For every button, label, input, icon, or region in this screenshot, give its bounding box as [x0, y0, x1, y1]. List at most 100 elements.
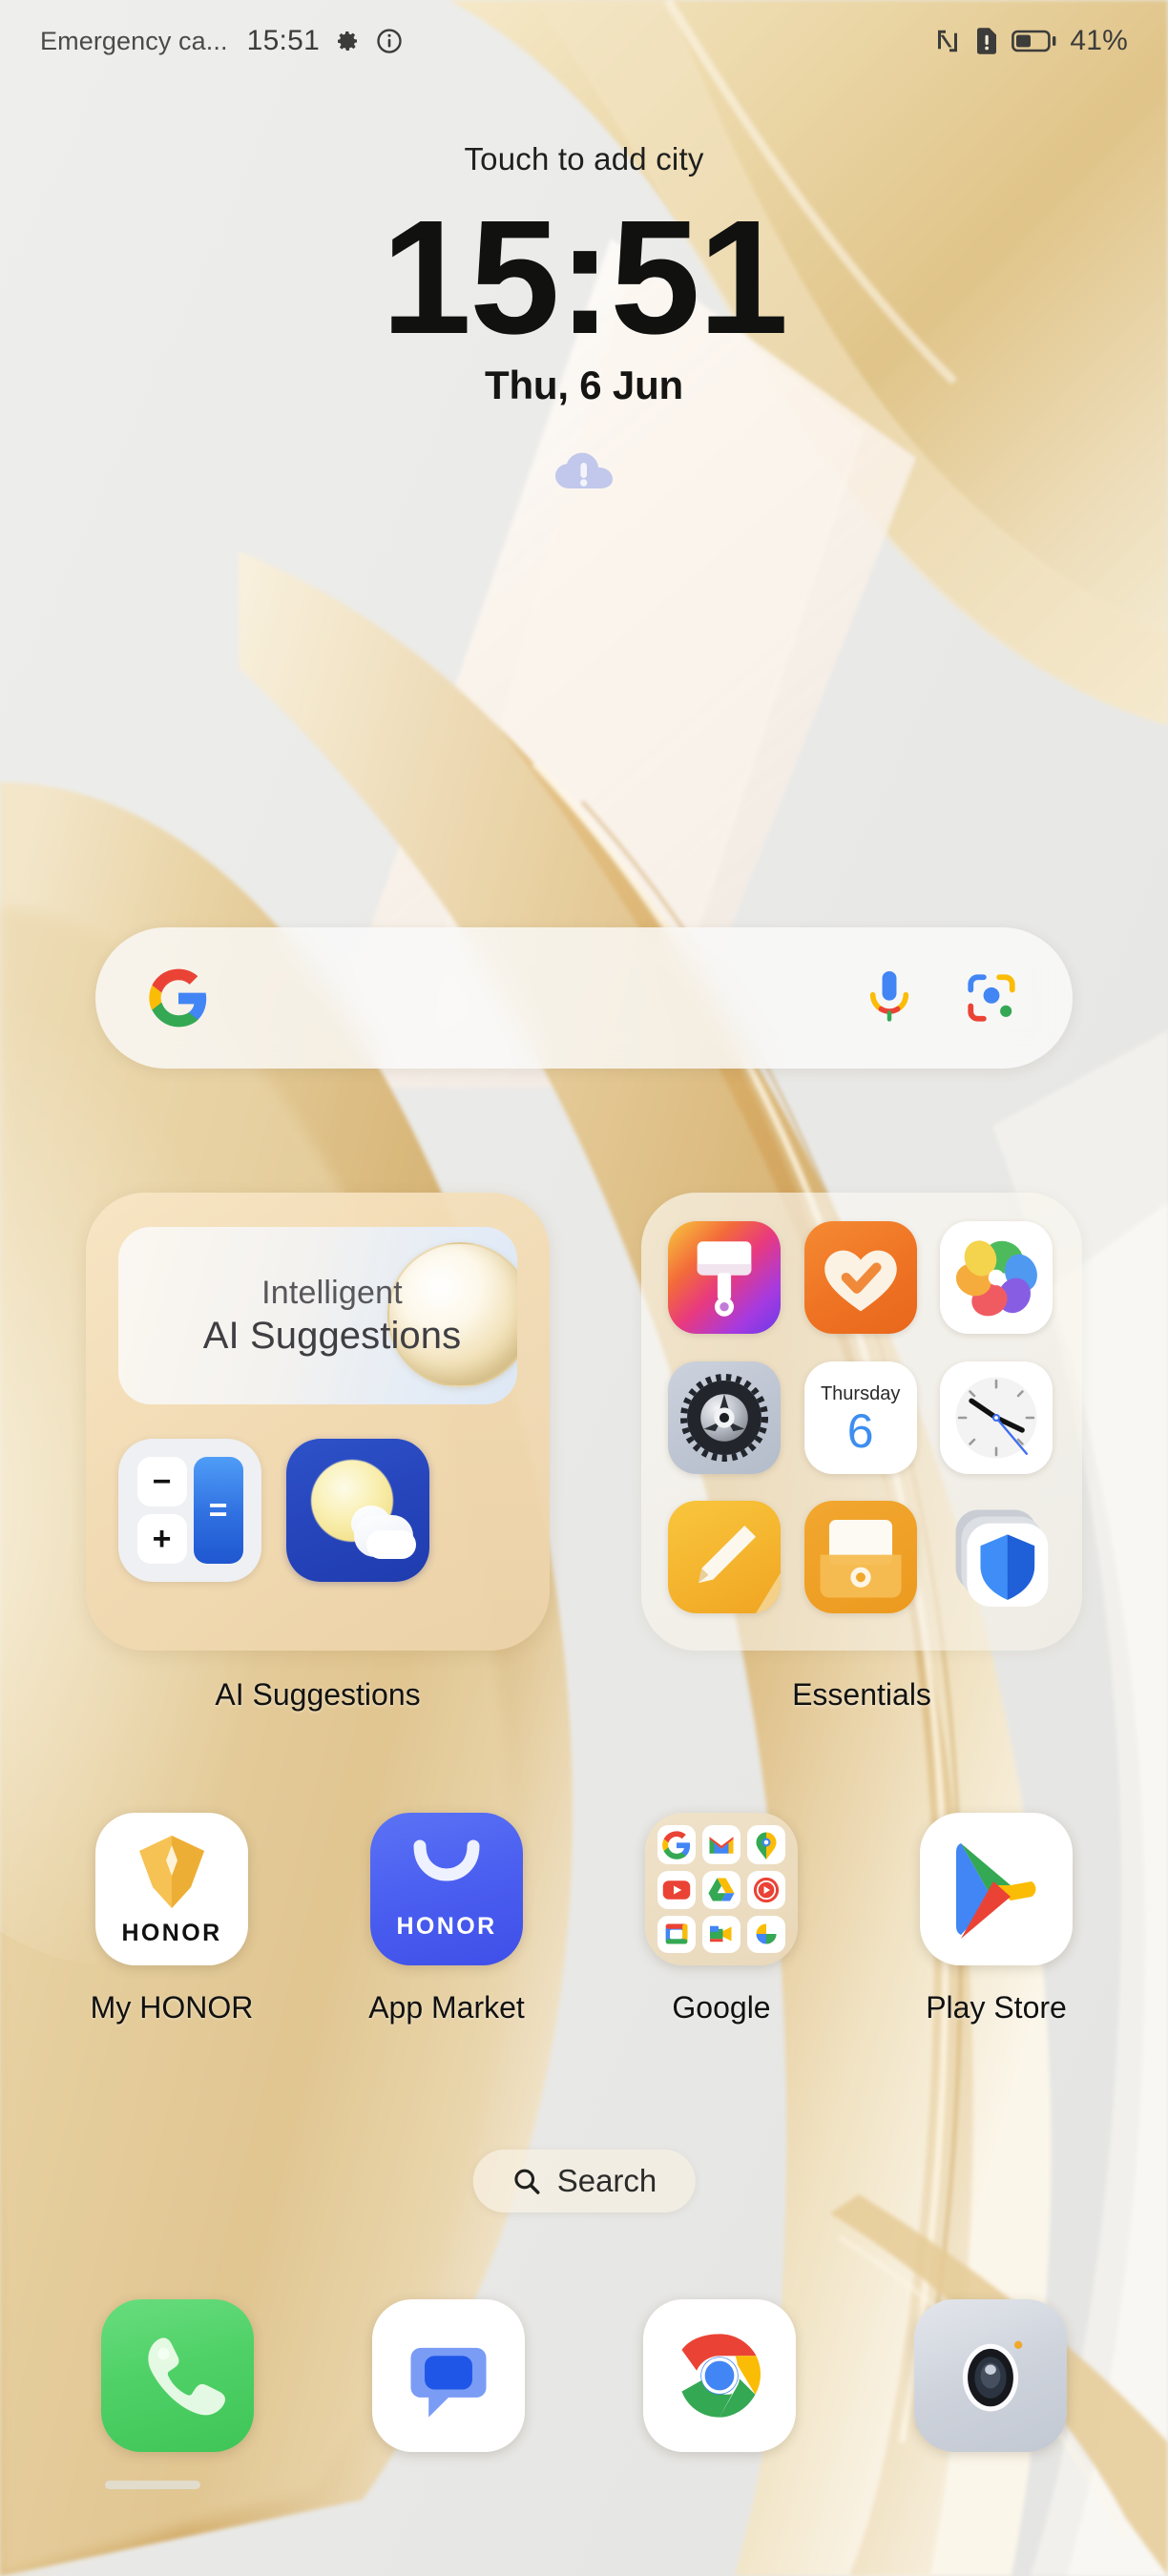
- honor-diamond-icon[interactable]: HONOR: [95, 1813, 248, 1965]
- battery-icon: [1012, 30, 1056, 52]
- minus-glyph: −: [152, 1464, 172, 1500]
- calculator-plus-key: +: [136, 1514, 187, 1564]
- google-lens-icon[interactable]: [964, 970, 1019, 1026]
- paintbrush-glyph: [697, 1241, 752, 1317]
- add-city-prompt[interactable]: Touch to add city: [0, 141, 1168, 177]
- calendar-icon[interactable]: Thursday 6: [803, 1361, 917, 1474]
- honor-wordmark: HONOR: [121, 1919, 222, 1946]
- app-label-google: Google: [672, 1990, 771, 2025]
- mini-icon-gmail: [702, 1825, 740, 1865]
- calculator-keys-left: − +: [136, 1457, 187, 1564]
- paintbrush-icon[interactable]: [668, 1221, 781, 1334]
- calculator-equals-key: =: [193, 1457, 243, 1564]
- honor-diamond-glyph: [139, 1835, 204, 1908]
- chrome-icon[interactable]: [643, 2299, 796, 2452]
- folder-glyph: [820, 1520, 902, 1598]
- microphone-icon[interactable]: [866, 968, 912, 1028]
- mini-icon-google: [657, 1825, 696, 1865]
- calendar-weekday: Thursday: [820, 1382, 901, 1404]
- calculator-minus-key: −: [136, 1457, 187, 1506]
- weather-status[interactable]: [0, 448, 1168, 492]
- google-g-icon[interactable]: [149, 968, 208, 1028]
- honor-wordmark-market: HONOR: [396, 1912, 497, 1940]
- nfc-icon: [938, 30, 958, 52]
- mini-icon-youtube-music: [747, 1871, 785, 1909]
- shopping-bag-icon[interactable]: HONOR: [370, 1813, 523, 1965]
- plus-glyph: +: [152, 1521, 172, 1557]
- dock: [0, 2299, 1168, 2452]
- weather-icon[interactable]: [286, 1439, 429, 1582]
- shopping-bag-glyph: [413, 1839, 480, 1880]
- status-bar-left: Emergency ca... 15:51: [40, 25, 404, 57]
- pencil-glyph: [698, 1526, 781, 1614]
- info-icon[interactable]: [375, 27, 404, 55]
- app-app-market[interactable]: HONOR App Market: [337, 1813, 556, 2025]
- camera-lens-icon[interactable]: [914, 2299, 1067, 2452]
- carrier-label: Emergency ca...: [40, 26, 228, 55]
- folder-label-ai-suggestions: AI Suggestions: [215, 1677, 421, 1712]
- mini-icon-youtube: [657, 1871, 696, 1909]
- phone-glyph: [148, 2337, 226, 2416]
- essentials-container[interactable]: Thursday 6: [641, 1193, 1082, 1651]
- mini-icon-drive: [702, 1871, 740, 1909]
- mini-icon-calendar: [657, 1915, 696, 1953]
- folder-ai-suggestions[interactable]: Intelligent AI Suggestions − + = AI Sugg…: [86, 1193, 550, 1713]
- pinwheel-icon[interactable]: [940, 1221, 1053, 1334]
- ai-card-line2: AI Suggestions: [202, 1314, 462, 1357]
- battery-percent-label: 41%: [1070, 25, 1128, 56]
- mini-icon-maps: [747, 1825, 785, 1865]
- search-pill-label: Search: [556, 2163, 657, 2198]
- clock-time: 15:51: [381, 187, 789, 368]
- app-label-play-store: Play Store: [926, 1990, 1067, 2025]
- status-bar-right: 41%: [933, 25, 1128, 57]
- folder-icon[interactable]: [803, 1501, 917, 1614]
- cloud-base-shape: [366, 1530, 416, 1559]
- status-bar-clock: 15:51: [246, 25, 321, 56]
- google-folder-icon[interactable]: [645, 1813, 798, 1965]
- analog-clock-glyph: [955, 1377, 1037, 1459]
- ai-card-line1: Intelligent: [261, 1274, 403, 1311]
- mini-icon-meet: [702, 1915, 740, 1953]
- shield-glyph: [955, 1509, 1049, 1608]
- camera-glyph: [962, 2340, 1023, 2412]
- heart-glyph: [824, 1250, 897, 1312]
- clock-widget[interactable]: Touch to add city 15:51 Thu, 6 Jun: [0, 141, 1168, 492]
- calendar-day: 6: [846, 1403, 874, 1458]
- app-my-honor[interactable]: HONOR My HONOR: [62, 1813, 282, 2025]
- intelligent-ai-card[interactable]: Intelligent AI Suggestions: [118, 1227, 517, 1404]
- cloud-alert-icon: [555, 452, 613, 488]
- magnifier-icon: [514, 2169, 540, 2194]
- folder-essentials[interactable]: Thursday 6 Essentials: [641, 1193, 1082, 1713]
- gear-icon[interactable]: [668, 1361, 781, 1474]
- app-label-my-honor: My HONOR: [90, 1990, 254, 2025]
- gear-icon[interactable]: [333, 27, 362, 55]
- mini-icon-photos: [747, 1915, 785, 1953]
- ai-suggestions-container[interactable]: Intelligent AI Suggestions − + =: [86, 1193, 550, 1651]
- ai-folder-apps: − + =: [118, 1439, 517, 1582]
- calculator-icon[interactable]: − + =: [118, 1439, 261, 1582]
- heart-check-icon[interactable]: [803, 1221, 917, 1334]
- speech-bubble-icon[interactable]: [372, 2299, 525, 2452]
- phone-icon[interactable]: [101, 2299, 254, 2452]
- analog-clock-icon[interactable]: [940, 1361, 1053, 1474]
- pinwheel-glyph: [956, 1240, 1038, 1317]
- folder-google[interactable]: Google: [612, 1813, 831, 2025]
- app-play-store[interactable]: Play Store: [886, 1813, 1106, 2025]
- app-row: HONOR My HONOR HONOR App Market Google P…: [0, 1813, 1168, 2025]
- home-indicator[interactable]: [105, 2481, 200, 2489]
- clock-date: Thu, 6 Jun: [484, 362, 683, 407]
- sim-alert-icon: [977, 28, 997, 54]
- google-search-bar[interactable]: [95, 927, 1073, 1069]
- shield-icon[interactable]: [940, 1501, 1053, 1613]
- search-pill[interactable]: Search: [472, 2150, 696, 2212]
- pencil-note-icon[interactable]: [668, 1501, 781, 1614]
- play-store-icon[interactable]: [920, 1813, 1073, 1965]
- app-label-app-market: App Market: [368, 1990, 525, 2025]
- gear-glyph: [679, 1373, 769, 1462]
- equals-glyph: =: [208, 1492, 228, 1528]
- play-store-glyph: [956, 1843, 1036, 1939]
- folder-label-essentials: Essentials: [792, 1677, 931, 1712]
- messages-glyph: [410, 2347, 487, 2418]
- status-bar[interactable]: Emergency ca... 15:51 41%: [0, 0, 1168, 82]
- chrome-glyph: [678, 2334, 761, 2418]
